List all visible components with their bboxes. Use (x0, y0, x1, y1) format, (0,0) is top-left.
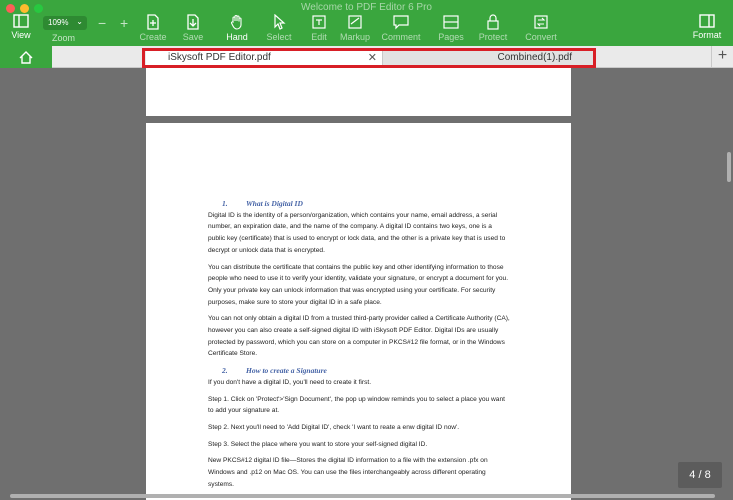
pages-label: Pages (438, 32, 464, 42)
horizontal-scrollbar[interactable] (10, 494, 715, 498)
comment-icon (393, 15, 409, 30)
markup-icon (348, 15, 362, 29)
protect-button[interactable]: Protect (472, 14, 514, 42)
convert-label: Convert (525, 32, 557, 42)
save-file-icon (187, 14, 199, 30)
select-label: Select (266, 32, 292, 42)
home-button[interactable] (0, 46, 52, 68)
document-workspace[interactable]: 1. What is Digital ID Digital ID is the i… (0, 68, 733, 500)
zoom-out-button[interactable]: − (98, 15, 106, 31)
paragraph: If you don't have a digital ID, you'll n… (208, 378, 372, 386)
edit-text-icon (312, 15, 326, 29)
zoom-value: 109% (48, 18, 69, 27)
section-heading: 1. What is Digital ID (222, 199, 303, 208)
paragraph: You can not only obtain a digital ID fro… (208, 315, 510, 358)
protect-label: Protect (478, 32, 508, 42)
format-button[interactable]: Format (686, 14, 728, 40)
hand-icon (230, 14, 242, 30)
previous-page (146, 68, 571, 116)
paragraph: You can distribute the certificate that … (208, 263, 509, 306)
cursor-arrow-icon (274, 14, 286, 30)
view-icon (13, 14, 29, 28)
lock-icon (487, 14, 499, 30)
window-title: Welcome to PDF Editor 6 Pro (301, 2, 432, 13)
view-button[interactable]: View (0, 14, 42, 40)
convert-button[interactable]: Convert (520, 14, 562, 42)
comment-label: Comment (381, 32, 421, 42)
hand-label: Hand (226, 32, 248, 42)
create-button[interactable]: Create (132, 14, 174, 42)
edit-label: Edit (311, 32, 327, 42)
paragraph: New PKCS#12 digital ID file—Stores the d… (208, 457, 488, 488)
zoom-in-button[interactable]: + (120, 15, 128, 31)
section-heading: 2. How to create a Signature (222, 366, 327, 376)
zoom-select[interactable]: 109% ⌄ (43, 16, 87, 30)
format-label: Format (692, 30, 722, 40)
document-page: 1. What is Digital ID Digital ID is the i… (146, 123, 571, 500)
paragraph: Step 3. Select the place where you want … (208, 440, 428, 448)
view-label: View (11, 30, 31, 40)
zoom-label: Zoom (52, 33, 76, 43)
new-file-icon (147, 14, 159, 30)
markup-label: Markup (339, 32, 370, 42)
format-panel-icon (699, 14, 715, 28)
save-label: Save (182, 32, 204, 42)
new-tab-button[interactable]: + (711, 46, 733, 68)
comment-button[interactable]: Comment (380, 14, 422, 42)
paragraph: Step 1. Click on 'Protect'>'Sign Documen… (208, 395, 505, 415)
markup-button[interactable]: Markup (334, 14, 376, 42)
save-button[interactable]: Save (172, 14, 214, 42)
select-button[interactable]: Select (258, 14, 300, 42)
main-toolbar: Welcome to PDF Editor 6 Pro View 109% ⌄ … (0, 0, 733, 46)
tab-bar: iSkysoft PDF Editor.pdf ✕ Combined(1).pd… (0, 46, 733, 68)
create-label: Create (139, 32, 167, 42)
paragraph: Digital ID is the identity of a person/o… (208, 211, 506, 254)
pages-icon (443, 15, 459, 29)
paragraph: Step 2. Next you'll need to 'Add Digital… (208, 423, 460, 431)
hand-button[interactable]: Hand (216, 14, 258, 42)
pages-button[interactable]: Pages (430, 14, 472, 42)
vertical-scrollbar[interactable] (727, 152, 731, 182)
chevron-down-icon: ⌄ (76, 17, 83, 26)
page-counter: 4 / 8 (678, 462, 722, 488)
page-content: 1. What is Digital ID Digital ID is the i… (208, 198, 510, 495)
tabs-highlight-box (142, 48, 596, 68)
home-icon (19, 50, 33, 64)
convert-icon (534, 15, 548, 29)
